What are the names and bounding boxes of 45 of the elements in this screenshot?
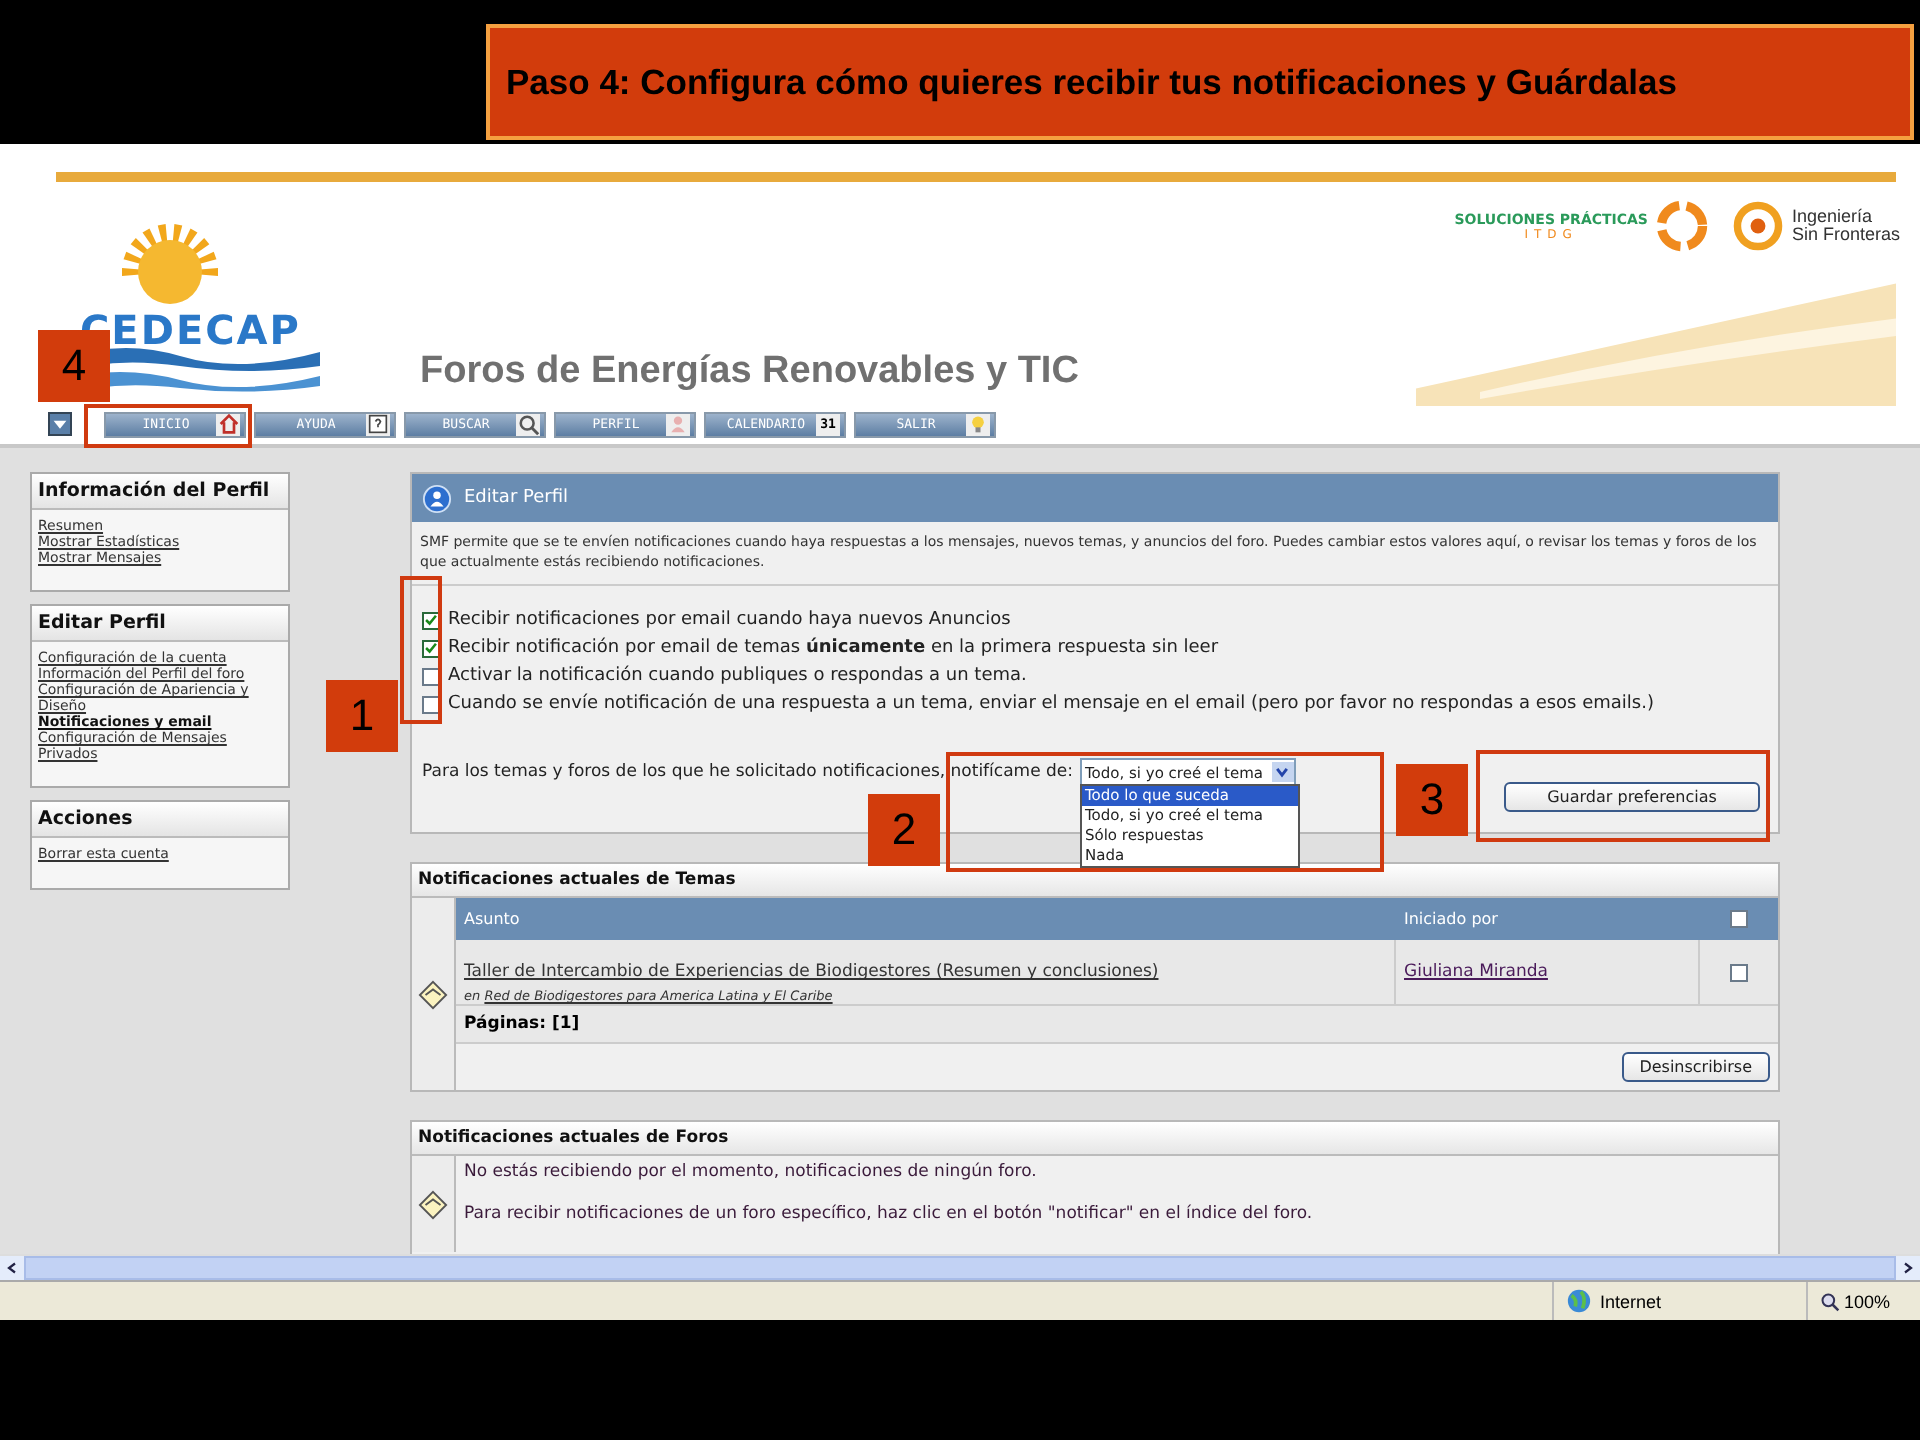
notify-label: Para los temas y foros de los que he solicitado notificaciones, notifícame de: — [422, 762, 1073, 783]
topic-link[interactable]: Taller de Intercambio de Experiencias de Biodigestores (Resumen y conclusiones) — [464, 962, 1159, 983]
callout-number: 2 — [868, 794, 940, 866]
pagination-text: Páginas: [1] — [456, 1006, 1778, 1045]
section-heading: Notificaciones actuales de Temas — [412, 864, 1778, 899]
collapse-icon[interactable] — [48, 412, 72, 436]
zoom-level[interactable]: 100% — [1844, 1291, 1891, 1311]
lightbulb-icon — [968, 414, 988, 434]
info-text: Para recibir notificaciones de un foro específico, haz clic en el botón "notificar" en el índice del foro. — [464, 1204, 1315, 1225]
envelope-icon — [418, 979, 448, 1010]
scroll-left-icon[interactable] — [6, 1262, 18, 1274]
checkbox-label: Activar la notificación cuando publiques o respondas a un tema. — [448, 666, 1027, 687]
globe-icon — [1566, 1288, 1592, 1314]
site-title: Foros de Energías Renovables y TIC — [420, 350, 1079, 394]
envelope-icon — [418, 1189, 448, 1220]
checkbox-label: Recibir notificaciones por email cuando haya nuevos Anuncios — [448, 610, 1011, 631]
house-icon — [217, 414, 239, 434]
author-link[interactable]: Giuliana Miranda — [1404, 962, 1548, 983]
search-icon — [517, 413, 539, 435]
column-header: Iniciado por — [1402, 910, 1500, 929]
column-header: Asunto — [462, 910, 522, 929]
person-icon — [668, 414, 688, 434]
checkbox[interactable] — [1730, 963, 1748, 982]
sidebar-heading: Editar Perfil — [32, 606, 288, 643]
callout-number: 3 — [1396, 764, 1468, 836]
scroll-right-icon[interactable] — [1902, 1262, 1914, 1274]
zoom-icon — [1820, 1291, 1840, 1311]
checkbox-label: Recibir notificación por email de temas únicamente en la primera respuesta sin leer — [448, 638, 1219, 659]
help-icon — [368, 414, 388, 434]
panel-title: Editar Perfil — [464, 488, 569, 508]
section-heading: Notificaciones actuales de Foros — [412, 1122, 1778, 1157]
unsubscribe-button[interactable]: Desinscribirse — [1621, 1052, 1770, 1083]
callout-number: 1 — [326, 680, 398, 752]
sidebar-heading: Acciones — [32, 802, 288, 839]
partner-logo: Ingeniería Sin Fronteras — [1729, 198, 1900, 254]
checkbox-label: Cuando se envíe notificación de una respuesta a un tema, enviar el mensaje en el email (pero por favor no respondas a esos emails.) — [448, 694, 1654, 715]
profile-icon — [422, 483, 452, 513]
slide-title: Paso 4: Configura cómo quieres recibir tus notificaciones y Guárdalas — [486, 24, 1914, 140]
sidebar-heading: Información del Perfil — [32, 474, 288, 510]
select-all-checkbox[interactable] — [1730, 910, 1748, 929]
security-zone: Internet — [1600, 1291, 1662, 1311]
horizontal-scrollbar[interactable] — [0, 1254, 1920, 1280]
callout-number: 4 — [38, 330, 110, 402]
save-button[interactable]: Guardar preferencias — [1504, 782, 1760, 813]
info-text: No estás recibiendo por el momento, notificaciones de ningún foro. — [464, 1162, 1039, 1183]
